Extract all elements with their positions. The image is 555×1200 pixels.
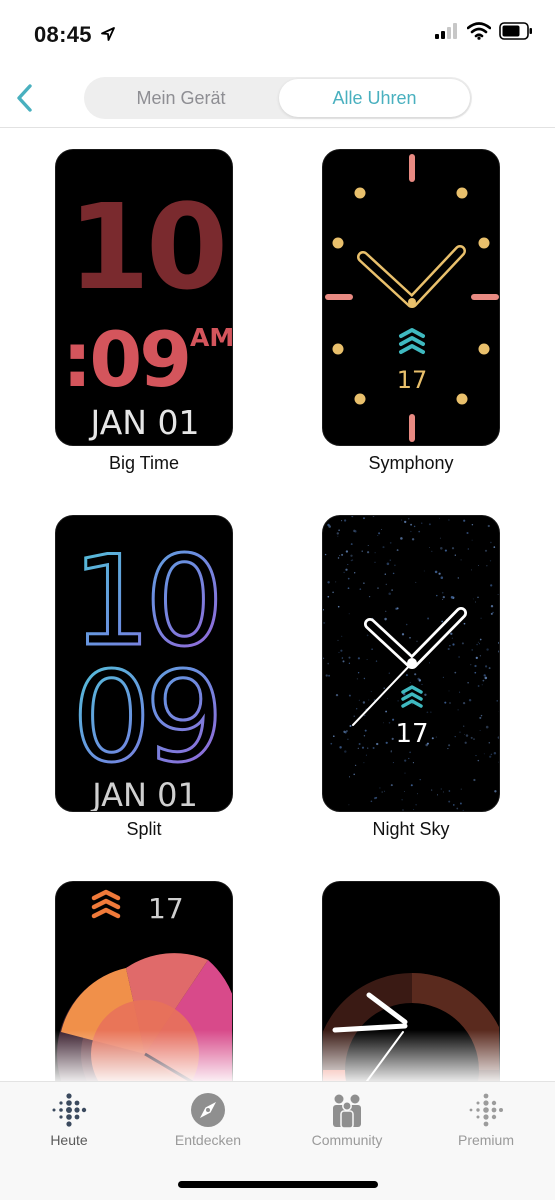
big-time-minute: :09 <box>62 315 189 404</box>
clockface-preview-5: 17 <box>55 881 233 1081</box>
tab-label: Heute <box>50 1132 88 1148</box>
location-arrow-icon <box>101 27 115 41</box>
community-icon <box>333 1094 361 1129</box>
status-icons <box>435 22 533 40</box>
tab-premium[interactable]: Premium <box>417 1090 555 1150</box>
status-time: 08:45 <box>34 22 92 47</box>
tab-label: Entdecken <box>174 1132 242 1148</box>
clockface-name: Big Time <box>108 453 180 473</box>
clockface-name: Night Sky <box>372 819 450 839</box>
big-time-hour: 10 <box>68 178 224 316</box>
big-time-date: JAN 01 <box>89 403 200 442</box>
tab-entdecken[interactable]: Entdecken <box>139 1090 277 1150</box>
back-button[interactable] <box>6 78 42 118</box>
clockface-preview-symphony: 17 <box>322 149 500 446</box>
header: Mein Gerät Alle Uhren <box>0 70 555 128</box>
clockface-name: Split <box>126 819 162 839</box>
compass-icon <box>191 1093 225 1127</box>
chevron-left-icon <box>17 84 32 112</box>
tab-heute[interactable]: Heute <box>0 1090 138 1150</box>
clockface-preview-night-sky: 17 <box>322 515 500 812</box>
big-time-ampm: AM <box>190 323 233 352</box>
face5-steps: 17 <box>148 892 184 925</box>
tab-label: Community <box>311 1132 383 1148</box>
wifi-icon <box>467 22 491 40</box>
symphony-steps: 17 <box>397 366 428 394</box>
fitbit-dots-icon <box>52 1093 87 1127</box>
home-indicator[interactable] <box>178 1181 378 1188</box>
segmented-control: Mein Gerät Alle Uhren <box>84 77 472 119</box>
clockface-preview-big-time: 10 :09 AM JAN 01 <box>55 149 233 446</box>
segment-mein-geraet[interactable]: Mein Gerät <box>86 79 276 117</box>
clock-face-grid: 10 :09 AM JAN 01 Big Time 17 Symphony 10… <box>0 129 555 1081</box>
clockface-preview-split: 10 09 JAN 01 <box>55 515 233 812</box>
split-date: JAN 01 <box>90 776 198 812</box>
split-minute: 09 <box>72 646 218 790</box>
segment-alle-uhren[interactable]: Alle Uhren <box>279 79 470 117</box>
cellular-signal-icon <box>435 23 457 39</box>
night-sky-steps: 17 <box>395 719 428 749</box>
premium-dots-icon <box>469 1093 503 1127</box>
battery-icon <box>499 22 532 40</box>
status-bar: 08:45 <box>0 0 555 70</box>
tab-community[interactable]: Community <box>278 1090 416 1150</box>
tab-label: Premium <box>457 1132 514 1148</box>
clockface-preview-6 <box>322 881 500 1081</box>
clockface-name: Symphony <box>368 453 454 473</box>
tab-bar: Heute Entdecken Community Premium <box>0 1081 555 1200</box>
